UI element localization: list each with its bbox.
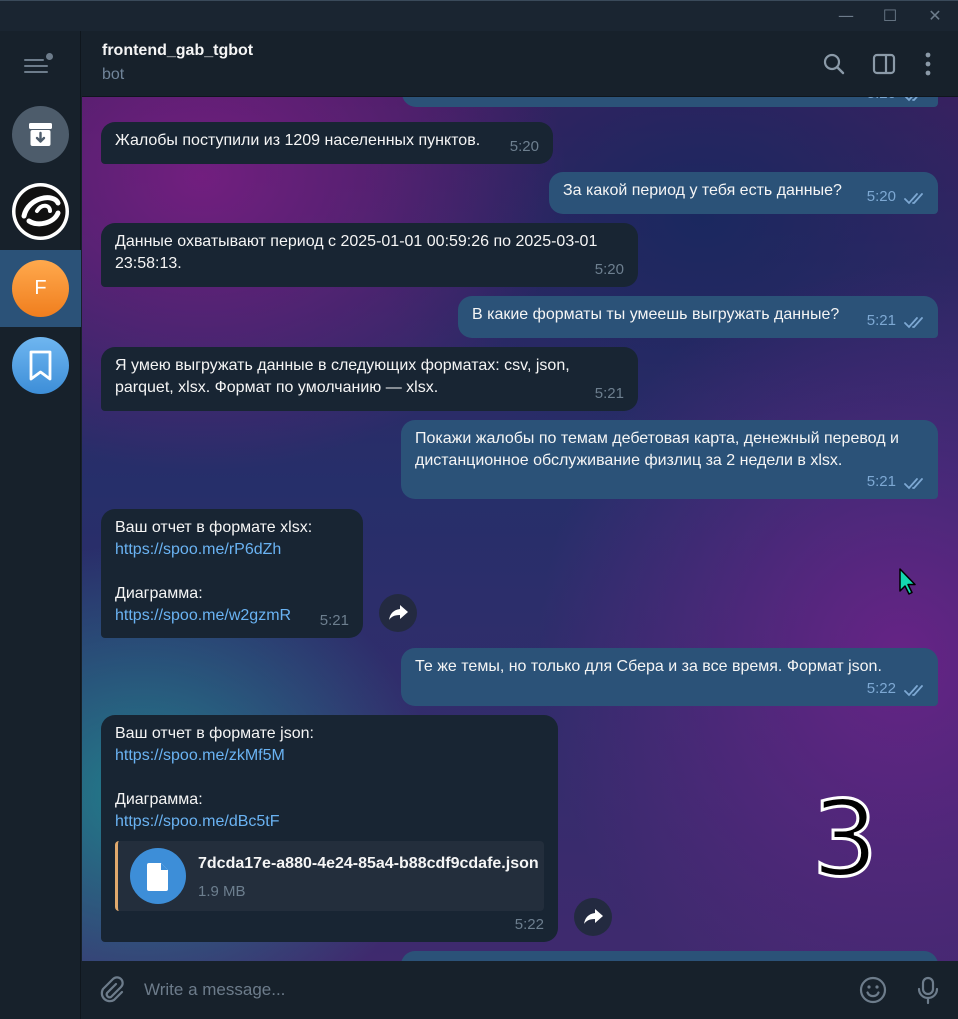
message-bubble-incoming[interactable]: Данные охватывают период с 2025-01-01 00… <box>101 223 638 287</box>
message-bubble-incoming[interactable]: Жалобы поступили из 1209 населенных пунк… <box>101 122 553 164</box>
minimize-button[interactable]: — <box>834 5 858 27</box>
message-input[interactable] <box>144 977 784 1003</box>
window-titlebar: — ☐ ✕ <box>0 0 958 31</box>
read-checkmarks-icon <box>904 193 923 205</box>
bookmark-icon <box>29 350 52 381</box>
message-text: Те же темы, но только для Сбера и за все… <box>415 658 882 675</box>
mouse-cursor-icon <box>899 568 916 595</box>
chart-link[interactable]: https://spoo.me/w2gzmR <box>115 605 349 627</box>
chat-folder-sidebar: F <box>0 31 81 1019</box>
message-bubble-outgoing[interactable]: В какие форматы ты умеешь выгружать данн… <box>458 296 938 338</box>
report-link[interactable]: https://spoo.me/zkMf5M <box>115 745 544 767</box>
forward-button[interactable] <box>574 898 612 936</box>
message-bubble-incoming[interactable]: Ваш отчет в формате xlsx: https://spoo.m… <box>101 509 363 638</box>
archive-icon <box>29 123 52 146</box>
message-time: 5:20 <box>509 138 539 155</box>
message-text: Жалобы поступили из 1209 населенных пунк… <box>115 132 481 149</box>
message-time: 5:21 <box>866 473 896 490</box>
bot-avatar: F <box>12 260 69 317</box>
message-bubble-outgoing[interactable]: За какой период у тебя есть данные? 5:20 <box>549 172 938 214</box>
notification-dot <box>46 53 53 60</box>
message-text: Ваш отчет в формате xlsx: <box>115 519 313 536</box>
chat-subtitle: bot <box>102 66 125 83</box>
message-text: Данные охватывают период с 2025-01-01 00… <box>115 233 598 272</box>
message-text: Ваш отчет в формате json: <box>115 725 314 742</box>
search-icon[interactable] <box>821 51 847 77</box>
document-icon <box>147 863 168 891</box>
message-time: 5:20 <box>867 97 896 105</box>
message-list[interactable]: 5:20 Жалобы поступили из 1209 населенных… <box>82 97 958 961</box>
maximize-button[interactable]: ☐ <box>878 5 902 27</box>
forward-button[interactable] <box>379 594 417 632</box>
message-bubble-outgoing[interactable]: Те же темы, но только для Сбера и за все… <box>401 648 938 706</box>
message-time: 5:20 <box>594 261 624 278</box>
forward-icon <box>584 909 603 924</box>
message-text: Покажи жалобы по темам дебетовая карта, … <box>415 430 899 469</box>
message-bubble-previous[interactable]: 5:20 <box>402 97 938 107</box>
main-menu-button[interactable] <box>24 53 54 77</box>
attach-icon[interactable] <box>96 975 126 1005</box>
more-options-icon[interactable] <box>915 51 941 77</box>
message-text: Я умею выгружать данные в следующих форм… <box>115 357 570 396</box>
chart-link[interactable]: https://spoo.me/dBc5tF <box>115 811 544 833</box>
report-link[interactable]: https://spoo.me/rP6dZh <box>115 539 349 561</box>
message-bubble-incoming[interactable]: Ваш отчет в формате json: https://spoo.m… <box>101 715 558 942</box>
message-bubble-incoming[interactable]: Я умею выгружать данные в следующих форм… <box>101 347 638 411</box>
sidebar-item-saved-messages[interactable] <box>0 327 81 404</box>
read-checkmarks-icon <box>904 478 923 490</box>
message-time: 5:21 <box>866 312 896 329</box>
file-icon[interactable] <box>130 848 186 904</box>
close-window-button[interactable]: ✕ <box>923 5 947 27</box>
overlay-step-number: 3 <box>810 778 879 900</box>
sidebar-item-frontend-gab-tgbot[interactable]: F <box>0 250 81 327</box>
logo-icon <box>12 183 69 240</box>
read-checkmarks-icon <box>904 97 918 102</box>
microphone-icon[interactable] <box>913 975 943 1005</box>
archive-avatar <box>12 106 69 163</box>
chat-title[interactable]: frontend_gab_tgbot <box>102 42 253 60</box>
message-text: В какие форматы ты умеешь выгружать данн… <box>472 306 840 323</box>
message-time: 5:21 <box>319 612 349 629</box>
sidebar-item-archive[interactable] <box>0 96 81 173</box>
sidebar-toggle-icon[interactable] <box>871 51 897 77</box>
message-composer <box>82 961 958 1019</box>
emoji-icon[interactable] <box>858 975 888 1005</box>
read-checkmarks-icon <box>904 317 923 329</box>
message-time: 5:21 <box>594 385 624 402</box>
logo-avatar <box>12 183 69 240</box>
message-bubble-outgoing[interactable]: Покажи жалобы по темам дебетовая карта, … <box>401 420 938 499</box>
chart-label: Диаграмма: <box>115 585 203 602</box>
file-attachment[interactable]: 7dcda17e-a880-4e24-85a4-b88cdf9cdafe.jso… <box>115 841 544 911</box>
message-time: 5:22 <box>866 680 896 697</box>
chat-header: frontend_gab_tgbot bot <box>82 31 958 97</box>
message-time: 5:20 <box>866 188 896 205</box>
read-checkmarks-icon <box>904 685 923 697</box>
forward-icon <box>389 605 408 620</box>
chart-label: Диаграмма: <box>115 791 203 808</box>
message-bubble-next[interactable] <box>401 951 938 961</box>
sidebar-item-logo-chat[interactable] <box>0 173 81 250</box>
saved-messages-avatar <box>12 337 69 394</box>
file-name: 7dcda17e-a880-4e24-85a4-b88cdf9cdafe.jso… <box>198 855 539 872</box>
message-time: 5:22 <box>514 916 544 933</box>
file-size: 1.9 MB <box>198 883 246 900</box>
